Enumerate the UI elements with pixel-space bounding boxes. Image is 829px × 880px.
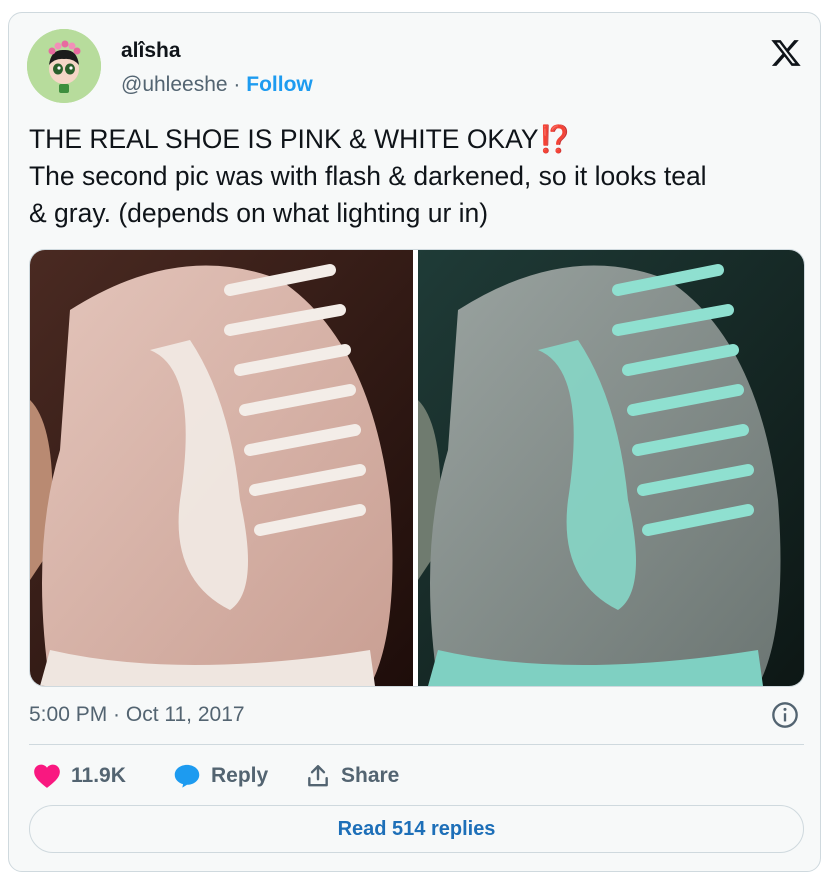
share-label: Share: [341, 764, 400, 787]
reply-bubble-icon: [174, 764, 200, 788]
tweet-text-line-1: THE REAL SHOE IS PINK & WHITE OKAY⁉️: [29, 121, 804, 158]
display-name[interactable]: alîsha: [121, 39, 181, 63]
share-upload-icon: [308, 765, 328, 787]
avatar[interactable]: [27, 29, 101, 103]
shoe-teal-gray-photo[interactable]: [418, 250, 804, 686]
read-replies-button[interactable]: Read 514 replies: [29, 805, 804, 853]
tweet-timestamp[interactable]: 5:00 PM · Oct 11, 2017: [29, 703, 245, 727]
interrobang-emoji-icon: ⁉️: [538, 124, 572, 154]
like-button[interactable]: 11.9K: [33, 759, 126, 793]
handle-row: @uhleeshe · Follow: [121, 73, 313, 97]
x-logo-icon[interactable]: [769, 37, 803, 69]
follow-button[interactable]: Follow: [246, 73, 313, 96]
reply-label: Reply: [211, 764, 269, 787]
reply-button[interactable]: Reply: [173, 759, 268, 793]
tweet-text: THE REAL SHOE IS PINK & WHITE OKAY⁉️ The…: [29, 121, 804, 232]
info-icon[interactable]: [771, 701, 799, 729]
tweet-card[interactable]: alîsha @uhleeshe · Follow THE REAL SHOE …: [8, 12, 821, 872]
handle-separator: ·: [233, 73, 241, 96]
tweet-text-line-3: & gray. (depends on what lighting ur in): [29, 198, 489, 228]
divider: [29, 744, 804, 745]
tweet-text-line-2: The second pic was with flash & darkened…: [29, 161, 707, 191]
share-button[interactable]: Share: [305, 759, 399, 793]
powerpuff-avatar-icon: [27, 29, 101, 103]
tweet-line-1-text: THE REAL SHOE IS PINK & WHITE OKAY: [29, 124, 539, 154]
handle[interactable]: @uhleeshe: [121, 73, 228, 96]
shoe-pink-white-photo[interactable]: [30, 250, 413, 686]
like-count: 11.9K: [71, 764, 126, 787]
heart-icon: [34, 764, 60, 788]
tweet-media[interactable]: [29, 249, 805, 687]
